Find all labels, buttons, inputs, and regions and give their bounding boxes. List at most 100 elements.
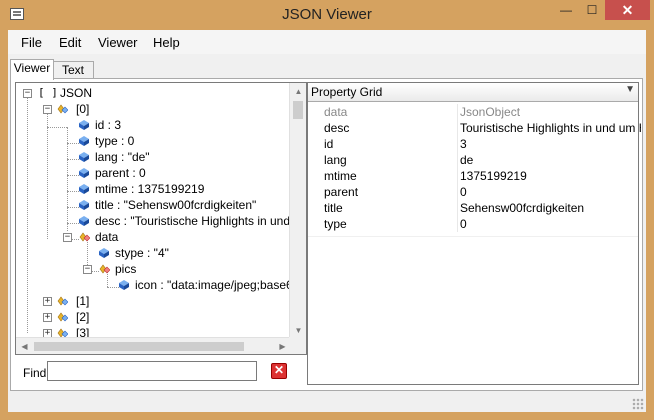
value-icon <box>79 168 89 178</box>
property-value: 0 <box>457 184 641 200</box>
property-row[interactable]: desc Touristische Highlights in und um H… <box>308 120 641 137</box>
tree-node-label: lang : "de" <box>95 150 150 164</box>
menu-bar: File Edit Viewer Help <box>8 30 646 54</box>
tree-node-label: icon : "data:image/jpeg;base64 <box>135 278 291 292</box>
close-button[interactable]: ✕ <box>605 0 650 20</box>
maximize-button[interactable]: ☐ <box>579 0 605 20</box>
object-icon <box>79 232 90 242</box>
menu-edit[interactable]: Edit <box>59 35 81 50</box>
scroll-up-icon[interactable]: ▲ <box>290 83 306 100</box>
value-icon <box>99 248 109 258</box>
array-icon: [ ] <box>38 86 58 99</box>
tree-node-label: desc : "Touristische Highlights in und u <box>95 214 291 228</box>
tree-node-field[interactable]: lang : "de" <box>16 149 291 165</box>
property-value: Touristische Highlights in und um Hann <box>457 120 641 136</box>
tree-node-field[interactable]: mtime : 1375199219 <box>16 181 291 197</box>
property-value: 3 <box>457 136 641 152</box>
tree-node-label: mtime : 1375199219 <box>95 182 205 196</box>
client-area: File Edit Viewer Help Viewer Text − [] … <box>8 30 646 412</box>
tab-viewer[interactable]: Viewer <box>10 59 54 80</box>
property-value: 1375199219 <box>457 168 641 184</box>
property-row[interactable]: lang de <box>308 152 638 169</box>
tree-node-label: id : 3 <box>95 118 122 132</box>
property-name: data <box>324 105 348 119</box>
tree-horizontal-scrollbar[interactable]: ◀ ▶ <box>16 337 291 354</box>
json-tree[interactable]: − [ ] JSON − [0] id : 3 type: 0 lang: … <box>15 82 307 355</box>
value-icon <box>79 152 89 162</box>
scroll-thumb[interactable] <box>293 101 303 119</box>
object-icon <box>57 104 68 114</box>
value-icon <box>79 120 89 130</box>
tree-vertical-scrollbar[interactable]: ▲ ▼ <box>289 83 306 339</box>
tree-node-label: JSON <box>60 86 93 100</box>
value-icon <box>79 184 89 194</box>
property-name: mtime <box>324 169 357 183</box>
close-icon: ✕ <box>273 363 285 377</box>
tree-viewport: − [ ] JSON − [0] id : 3 type: 0 lang: … <box>16 83 291 339</box>
tab-text[interactable]: Text <box>52 61 94 79</box>
value-icon <box>79 216 89 226</box>
collapse-icon[interactable]: − <box>83 265 92 274</box>
tree-node-label: data <box>95 230 119 244</box>
property-name: id <box>324 137 334 151</box>
collapse-icon[interactable]: − <box>63 233 72 242</box>
property-row[interactable]: mtime 1375199219 <box>308 168 638 185</box>
collapse-icon[interactable]: − <box>23 89 32 98</box>
tree-node-root[interactable]: − [ ] JSON <box>16 85 291 101</box>
status-bar <box>8 392 646 412</box>
scrollbar-corner <box>289 337 306 354</box>
tree-node-label: title : "Sehensw00fcrdigkeiten" <box>95 198 257 212</box>
property-name: parent <box>324 185 359 199</box>
property-grid[interactable]: Property Grid ▼ data JsonObject desc Tou… <box>307 82 641 385</box>
scroll-left-icon[interactable]: ◀ <box>16 338 33 354</box>
tree-node-field[interactable]: stype : "4" <box>16 245 291 261</box>
tree-node-label: type : 0 <box>95 134 135 148</box>
value-icon <box>119 280 129 290</box>
tree-node-field[interactable]: parent : 0 <box>16 165 291 181</box>
property-grid-title: Property Grid <box>311 85 383 99</box>
tree-node-data[interactable]: − data <box>16 229 291 245</box>
value-icon <box>79 136 89 146</box>
tree-node-label: [2] <box>76 310 90 324</box>
chevron-down-icon[interactable]: ▼ <box>625 84 635 95</box>
menu-help[interactable]: Help <box>153 35 180 50</box>
scroll-thumb[interactable] <box>34 342 244 351</box>
property-name: lang <box>324 153 347 167</box>
clear-find-button[interactable]: ✕ <box>271 363 287 379</box>
property-value: JsonObject <box>457 104 641 120</box>
property-row[interactable]: type 0 <box>308 216 638 233</box>
property-row[interactable]: parent 0 <box>308 184 638 201</box>
property-value: 0 <box>457 216 641 232</box>
expand-icon[interactable]: + <box>43 313 52 322</box>
object-icon <box>99 264 110 274</box>
tree-node-item[interactable]: − [0] <box>16 101 291 117</box>
property-value: Sehensw00fcrdigkeiten <box>457 200 641 216</box>
tree-node-label: [1] <box>76 294 90 308</box>
property-row[interactable]: id 3 <box>308 136 638 153</box>
tree-node-item[interactable]: + [1] <box>16 293 291 309</box>
value-icon <box>79 200 89 210</box>
tree-node-pics[interactable]: − pics <box>16 261 291 277</box>
title-bar[interactable]: JSON Viewer — ☐ ✕ <box>0 0 654 30</box>
divider <box>308 236 638 237</box>
resize-grip-icon[interactable] <box>632 398 644 410</box>
menu-viewer[interactable]: Viewer <box>98 35 138 50</box>
property-value: de <box>457 152 641 168</box>
property-row[interactable]: title Sehensw00fcrdigkeiten <box>308 200 638 217</box>
property-row-header[interactable]: data JsonObject <box>308 104 638 121</box>
find-input[interactable] <box>47 361 257 381</box>
tree-node-item[interactable]: + [2] <box>16 309 291 325</box>
tree-node-label: [0] <box>76 102 90 116</box>
tree-node-label: parent : 0 <box>95 166 146 180</box>
tree-node-field[interactable]: title : "Sehensw00fcrdigkeiten" <box>16 197 291 213</box>
property-grid-header[interactable]: Property Grid ▼ <box>308 83 638 102</box>
tree-node-field[interactable]: desc : "Touristische Highlights in und u <box>16 213 291 229</box>
expand-icon[interactable]: + <box>43 297 52 306</box>
minimize-button[interactable]: — <box>553 0 579 20</box>
collapse-icon[interactable]: − <box>43 105 52 114</box>
menu-file[interactable]: File <box>21 35 42 50</box>
tree-node-field[interactable]: icon : "data:image/jpeg;base64 <box>16 277 291 293</box>
tree-node-field[interactable]: type : 0 <box>16 133 291 149</box>
object-icon <box>57 296 68 306</box>
tree-node-field[interactable]: id : 3 <box>16 117 291 133</box>
